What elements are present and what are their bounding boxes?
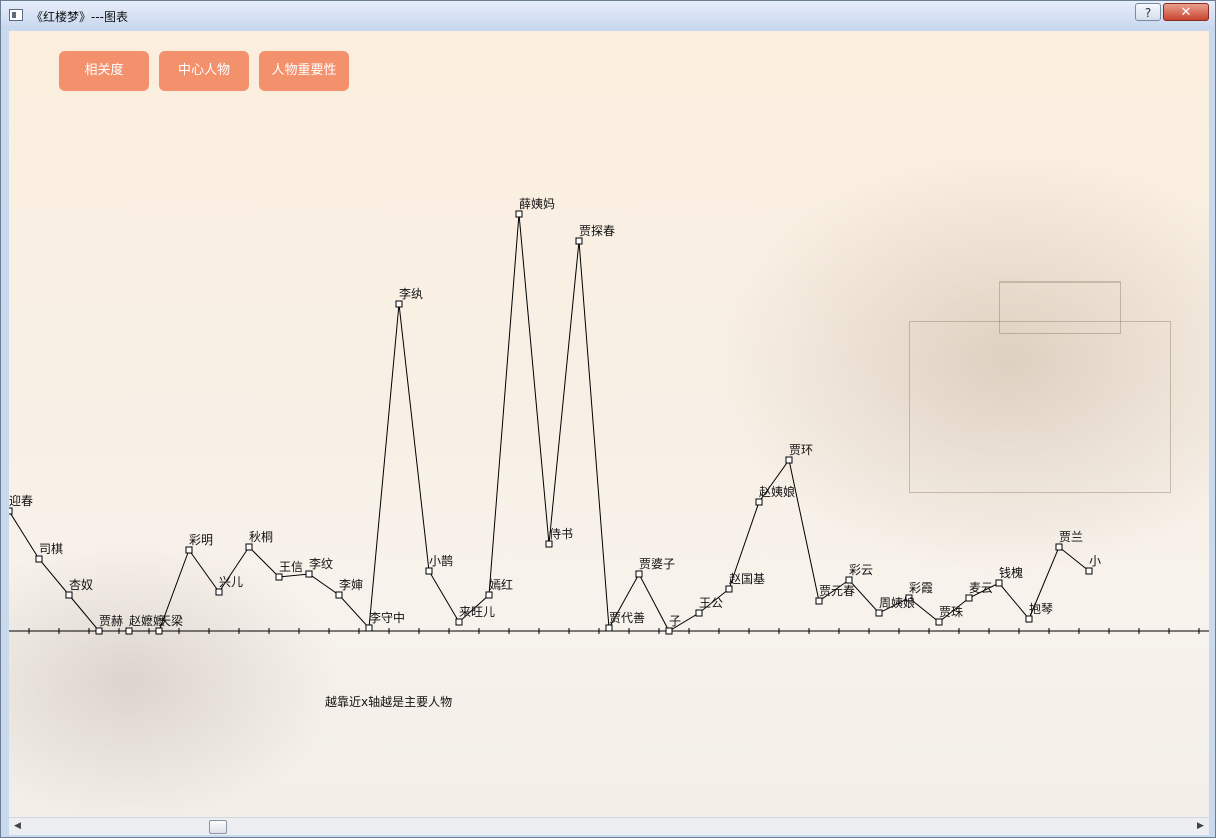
data-points: [9, 210, 1093, 635]
point-label: 贾环: [789, 443, 813, 457]
point-label: 子: [669, 614, 681, 628]
point-label: 侍书: [549, 527, 573, 541]
point-label: 彩明: [189, 533, 213, 547]
data-point: [785, 456, 793, 464]
point-label: 周姨娘: [879, 595, 915, 610]
data-point: [755, 498, 763, 506]
point-label: 小: [1089, 554, 1101, 568]
app-icon: [9, 9, 23, 21]
data-point: [725, 585, 733, 593]
point-label: 迎春: [9, 494, 33, 508]
series-line: [9, 213, 1090, 632]
data-point: [515, 210, 523, 218]
data-point: [335, 591, 343, 599]
data-point: [395, 300, 403, 308]
point-label: 兴儿: [219, 575, 243, 589]
data-point: [1055, 543, 1063, 551]
data-point: [935, 618, 943, 626]
help-button[interactable]: ?: [1135, 3, 1161, 21]
data-point: [635, 570, 643, 578]
point-label: 李纹: [309, 556, 333, 571]
data-point: [875, 609, 883, 617]
point-label: 王公: [699, 596, 723, 610]
point-label: 贾兰: [1059, 530, 1083, 544]
line-chart: 迎春司棋杏奴贾赫 赵嬷嬷天梁彩明兴儿秋桐王信 李纹李婶李守中李纨小鹊来旺儿嫣红薛姨妈…: [9, 197, 1209, 635]
data-point: [575, 237, 583, 245]
point-label: 贾珠: [939, 605, 963, 619]
data-point: [365, 624, 373, 632]
point-label: 司棋: [39, 542, 63, 556]
data-point: [245, 543, 253, 551]
point-label: 秋桐: [249, 530, 273, 544]
point-label: 李纨: [399, 286, 423, 301]
data-point: [305, 570, 313, 578]
point-labels: 迎春司棋杏奴贾赫 赵嬷嬷天梁彩明兴儿秋桐王信 李纹李婶李守中李纨小鹊来旺儿嫣红薛姨妈…: [9, 197, 1101, 628]
point-label: 杏奴: [69, 578, 93, 592]
window-title: 《红楼梦》---图表: [31, 10, 128, 24]
data-point: [9, 507, 13, 515]
data-point: [185, 546, 193, 554]
point-label: 麦云: [969, 581, 993, 595]
point-label: 嫣红: [489, 577, 513, 592]
point-label: 李守中: [369, 610, 405, 625]
point-label: 来旺儿: [459, 605, 495, 619]
point-label: 贾代善: [609, 610, 645, 625]
point-label: 天梁: [159, 613, 183, 628]
point-label: 贾婆子: [639, 557, 675, 571]
data-point: [605, 624, 613, 632]
scroll-left-arrow-icon[interactable]: ◀: [9, 818, 26, 835]
point-label: 薛姨妈: [519, 197, 555, 211]
data-point: [125, 627, 133, 635]
data-point: [455, 618, 463, 626]
data-point: [425, 567, 433, 575]
data-point: [35, 555, 43, 563]
data-point: [155, 627, 163, 635]
data-point: [1085, 567, 1093, 575]
close-button[interactable]: ✕: [1163, 3, 1209, 21]
point-label: 赵姨娘: [759, 484, 795, 499]
point-label: 贾探春: [579, 224, 615, 238]
data-point: [695, 609, 703, 617]
app-window: 《红楼梦》---图表 ? ✕ 相关度 中心人物 人物重要性 迎春 司棋 杏奴 贾赫 赵嬷…: [0, 0, 1216, 838]
point-label: 李婶: [339, 577, 363, 592]
chart-note: 越靠近x轴越是主要人物: [325, 695, 453, 709]
horizontal-scrollbar[interactable]: ◀ ▶: [9, 817, 1209, 835]
data-point: [485, 591, 493, 599]
data-point: [995, 579, 1003, 587]
data-point: [275, 573, 283, 581]
data-point: [65, 591, 73, 599]
scroll-right-arrow-icon[interactable]: ▶: [1192, 818, 1209, 835]
point-label: 贾赫: [99, 614, 123, 628]
data-point: [1025, 615, 1033, 623]
data-point: [965, 594, 973, 602]
title-bar[interactable]: 《红楼梦》---图表 ? ✕: [1, 1, 1215, 29]
point-label: 抱琴: [1029, 601, 1053, 616]
data-point: [815, 597, 823, 605]
point-label: 彩云: [849, 563, 873, 577]
data-point: [665, 627, 673, 635]
data-point: [845, 576, 853, 584]
chart-canvas: 相关度 中心人物 人物重要性 迎春 司棋 杏奴 贾赫 赵嬷嬷 天梁 彩明 兴儿 秋桐 王信 李纹 李婶…: [9, 31, 1209, 817]
scroll-thumb[interactable]: [209, 820, 227, 834]
point-label: 赵国基: [729, 572, 765, 586]
data-point: [95, 627, 103, 635]
data-point: [545, 540, 553, 548]
point-label: 贾元春: [819, 584, 855, 598]
point-label: 王信: [279, 560, 303, 574]
point-label: 彩霞: [909, 581, 933, 595]
point-label: 钱槐: [999, 565, 1023, 580]
data-point: [215, 588, 223, 596]
point-label: 小鹊: [429, 554, 453, 568]
